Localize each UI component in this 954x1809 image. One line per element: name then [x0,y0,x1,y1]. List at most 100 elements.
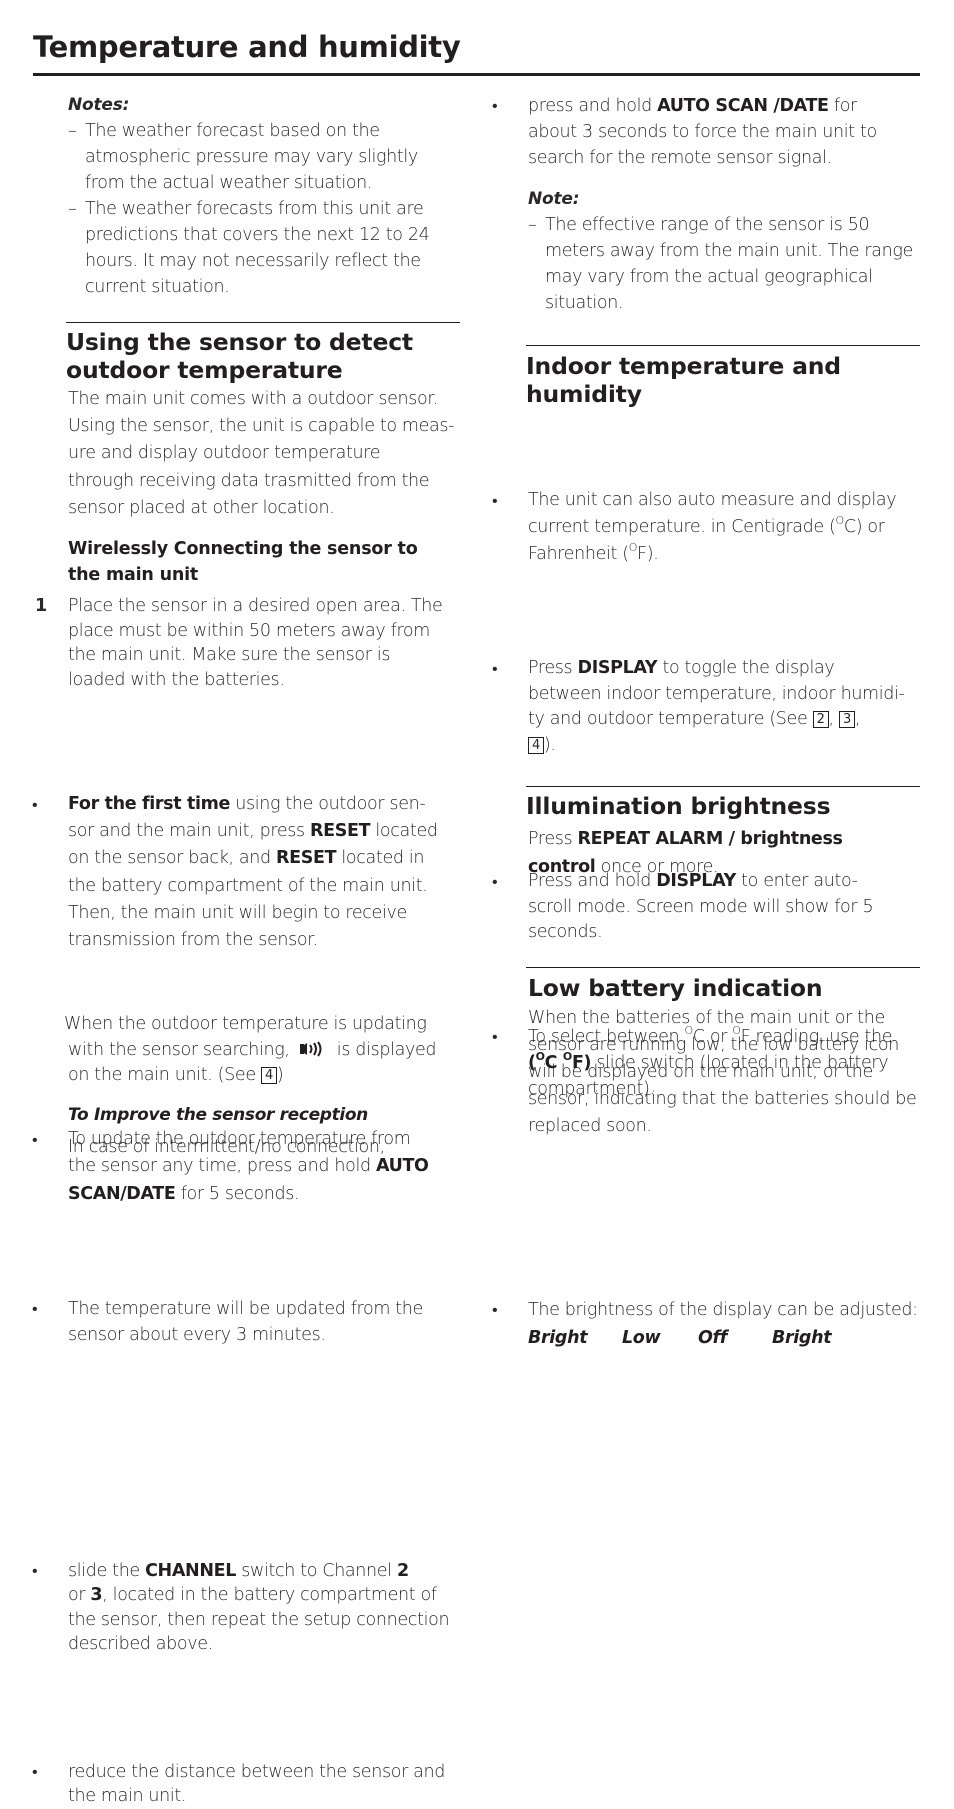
bullet-marker: • [492,1026,498,1046]
note-line: from the actual weather situation. [85,173,373,193]
text: once or more. [595,857,719,877]
text: sensor, indicating that the batteries sh… [528,1089,917,1109]
text: When the outdoor temperature is updating [64,1014,427,1034]
right-column: • press and hold AUTO SCAN /DATE for abo… [490,0,920,1348]
dash-marker: – [68,121,77,141]
intro-line: Using the sensor, the unit is capable to… [68,416,455,437]
text: scroll mode. Screen mode will show for 5 [528,896,874,917]
illumination-instructions: Press REPEAT ALARM / brightness control … [528,825,920,881]
brightness-level: Bright [528,1327,588,1348]
intro-line: sensor placed at other location. [68,497,335,518]
dash-marker: – [528,215,537,235]
text: The brightness of the display can be adj… [528,1299,918,1320]
step-line: loaded with the batteries. [68,669,285,690]
text: , located in the battery compartment of [102,1585,437,1606]
bullet-marker: • [32,1298,38,1318]
text: for 5 seconds. [175,1183,300,1204]
display-label: DISPLAY [577,658,658,678]
text: for [828,96,857,116]
reset-label: RESET [310,821,371,842]
text: transmission from the sensor. [68,930,318,951]
step-line: Place the sensor in a desired open area.… [68,596,443,616]
text: , [854,709,861,729]
channel-label: CHANNEL [145,1560,237,1581]
text: ). [543,734,556,755]
text: ) [276,1065,284,1085]
text: slide the [68,1560,146,1581]
channel-number: 2 [396,1560,409,1581]
battery-heading: Low battery indication [528,974,920,1002]
brightness-level: Off [698,1327,728,1348]
degree-sign: O [628,541,638,554]
illumination-heading: Illumination brightness [526,792,920,820]
text: sensor are running low, the low battery … [528,1035,899,1055]
note-block: Note: – The effective range of the senso… [528,186,920,316]
step-number: 1 [35,596,47,616]
left-column: Notes: – The weather forecast based on t… [30,0,460,1806]
text: to toggle the display [657,658,835,678]
heading-line: outdoor temperature [66,356,343,384]
bullet-interval: • The temperature will be updated from t… [30,1296,460,1348]
step-line: the main unit. Make sure the sensor is [68,645,391,665]
note-line: The weather forecast based on the [85,121,380,141]
reset-label: RESET [276,848,337,869]
repeat-alarm-label: REPEAT ALARM / brightness [577,829,843,849]
heading-line: Low battery indication [528,974,823,1002]
intro-line: through receiving data trasmitted from t… [68,470,430,491]
scan-date-label: SCAN/DATE [68,1183,176,1204]
bullet-auto-measure: • The unit can also auto measure and dis… [490,487,920,568]
text: replaced soon. [528,1116,652,1136]
note-line: current situation. [85,277,230,297]
bullet-first-time: • For the first time using the outdoor s… [30,791,460,954]
signal-searching-icon [299,1040,322,1057]
note-line: situation. [545,293,624,313]
bullet-marker: • [492,96,498,115]
text: F). [637,544,659,564]
intro-line: ure and display outdoor temperature [68,443,381,464]
text: will be displayed on the main unit, or t… [528,1062,873,1082]
bullet-force-search: • press and hold AUTO SCAN /DATE for abo… [490,93,920,171]
text: Press [528,829,578,849]
sensor-section-heading: Using the sensor to detect outdoor tempe… [66,328,460,384]
section-divider [526,345,920,347]
text: with the sensor searching, [68,1039,290,1060]
brightness-levels: Bright Low Off Bright [528,1324,920,1352]
section-divider [526,967,920,969]
heading-line: humidity [526,380,642,408]
text: press and hold [528,96,658,116]
channel-number: 3 [90,1585,103,1606]
text: using the outdoor sen- [230,794,426,814]
heading-line: Illumination brightness [526,792,831,820]
text: located in [336,848,425,869]
brightness-level: Low [622,1327,661,1348]
text: ty and outdoor temperature (See [528,709,813,729]
text: on the sensor back, and [68,848,277,869]
note-item: – The weather forecast based on the atmo… [68,118,460,196]
text: the battery compartment of the main unit… [68,875,428,896]
intro-line: The main unit comes with a outdoor senso… [68,389,438,409]
text: located [370,821,438,842]
wireless-subheading: Wirelessly Connecting the sensor to the … [68,536,460,588]
heading-line: Using the sensor to detect [66,328,413,356]
bullet-marker: • [492,491,498,510]
note-label: Note: [528,189,580,209]
searching-paragraph: When the outdoor temperature is updating… [64,1012,460,1089]
step-line: place must be within 50 meters away from [68,620,430,641]
note-item: – The effective range of the sensor is 5… [528,212,920,316]
text: The temperature will be updated from the [68,1298,423,1319]
bullet-marker: • [32,1130,38,1150]
bullet-channel: • slide the CHANNEL switch to Channel 2 … [30,1559,460,1657]
figure-ref-3: 3 [838,711,855,728]
improve-title: To Improve the sensor reception [68,1105,368,1125]
bullet-marker: • [32,795,38,814]
text: is displayed [331,1039,437,1060]
section-divider [526,786,920,788]
sensor-intro: The main unit comes with a outdoor senso… [68,386,460,522]
brightness-level: Bright [772,1327,832,1348]
text: the main unit. [68,1786,187,1807]
figure-ref-4: 4 [528,736,544,754]
battery-paragraph: When the batteries of the main unit or t… [528,1005,920,1140]
figure-ref-4: 4 [260,1067,277,1084]
text: C) or [843,517,885,537]
bullet-marker: • [492,659,498,678]
